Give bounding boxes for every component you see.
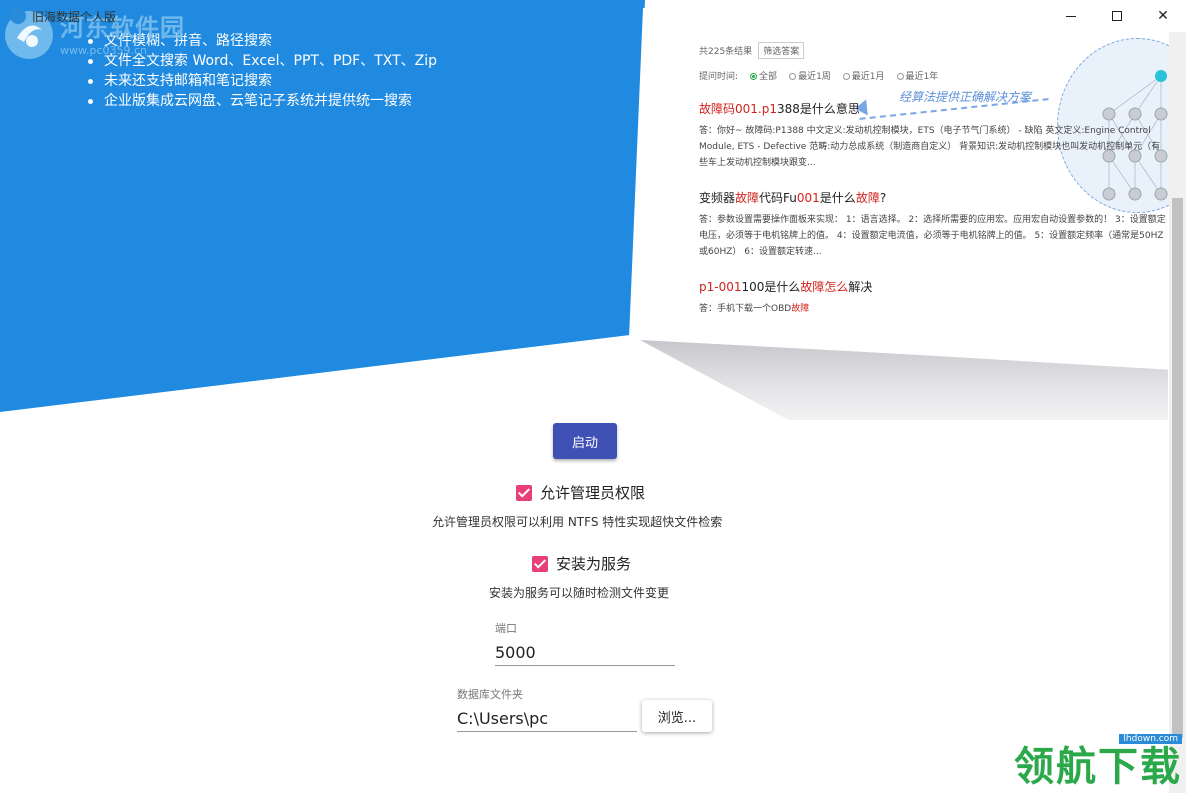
scrollbar-thumb[interactable] <box>1172 198 1183 738</box>
feature-item: 未来还支持邮箱和笔记搜索 <box>88 71 437 91</box>
time-option: 最近1周 <box>789 69 831 82</box>
database-folder-input[interactable] <box>457 705 637 732</box>
feature-list: 文件模糊、拼音、路径搜索 文件全文搜索 Word、Excel、PPT、PDF、T… <box>88 31 437 111</box>
database-folder-label: 数据库文件夹 <box>457 688 523 701</box>
window-title: 旧海数据个人版 <box>32 10 117 24</box>
time-option: 最近1年 <box>896 69 938 82</box>
radio-icon <box>842 73 850 80</box>
result-question: 变频器故障代码Fu001是什么故障? <box>699 191 887 205</box>
result-question: 故障码001.p1388是什么意思 <box>699 102 860 116</box>
port-input[interactable] <box>495 639 675 666</box>
install-service-description: 安装为服务可以随时检测文件变更 <box>489 586 670 600</box>
result-question: p1-001100是什么故障怎么解决 <box>699 280 873 294</box>
screenshot-content: 共225条结果 筛选答案 提问时间: 全部 最近1周 最近1月 最近1年 故障码… <box>699 42 1169 317</box>
radio-icon <box>789 73 797 80</box>
watermark-bottom-text: 领航下载 <box>1014 744 1182 790</box>
filter-dropdown: 筛选答案 <box>758 42 805 59</box>
port-label: 端口 <box>495 622 517 635</box>
radio-icon <box>896 73 904 80</box>
screenshot-card: 经算法提供正确解决方案 共225条结果 筛选答案 提问时间: 全部 最近1周 最… <box>629 8 1174 370</box>
results-count: 共225条结果 <box>699 47 753 57</box>
admin-permission-label: 允许管理员权限 <box>540 484 646 502</box>
admin-permission-description: 允许管理员权限可以利用 NTFS 特性实现超快文件检索 <box>432 515 723 529</box>
close-icon: ✕ <box>1157 8 1169 24</box>
result-answer: 答：你好~ 故障码:P1388 中文定义:发动机控制模块，ETS（电子节气门系统… <box>699 126 1161 168</box>
minimize-button[interactable] <box>1048 0 1094 32</box>
watermark-bottom-url: lhdown.com <box>1119 734 1182 744</box>
time-option: 最近1月 <box>842 69 885 82</box>
product-screenshot: 经算法提供正确解决方案 共225条结果 筛选答案 提问时间: 全部 最近1周 最… <box>629 8 1174 370</box>
start-button[interactable]: 启动 <box>553 423 617 459</box>
time-option: 全部 <box>750 69 777 82</box>
maximize-button[interactable] <box>1094 0 1140 32</box>
close-button[interactable]: ✕ <box>1140 0 1186 32</box>
radio-selected-icon <box>750 73 758 80</box>
admin-permission-checkbox[interactable]: 允许管理员权限 <box>516 482 645 503</box>
time-filter: 提问时间: 全部 最近1周 最近1月 最近1年 <box>699 69 1169 82</box>
install-service-checkbox[interactable]: 安装为服务 <box>532 553 631 574</box>
checkbox-checked-icon[interactable] <box>532 555 548 572</box>
maximize-icon <box>1112 11 1122 21</box>
watermark-bottom: lhdown.com 领航下载 <box>1014 726 1182 789</box>
window-titlebar: 旧海数据个人版 ✕ <box>0 0 1186 32</box>
result-answer: 答：参数设置需要操作面板来实现： 1：语言选择。 2：选择所需要的应用宏。应用宏… <box>699 215 1166 257</box>
time-label: 提问时间: <box>699 72 739 82</box>
minimize-icon <box>1066 15 1076 17</box>
result-answer: 答：手机下载一个OBD故障 <box>699 304 810 314</box>
app-icon <box>10 8 26 24</box>
watermark-url: www.pc0359.cn <box>60 44 148 57</box>
browse-button[interactable]: 浏览... <box>642 700 712 732</box>
install-service-label: 安装为服务 <box>556 555 632 573</box>
results-header: 共225条结果 筛选答案 <box>699 42 1169 59</box>
checkbox-checked-icon[interactable] <box>516 484 532 501</box>
feature-item: 企业版集成云网盘、云笔记子系统并提供统一搜索 <box>88 91 437 111</box>
